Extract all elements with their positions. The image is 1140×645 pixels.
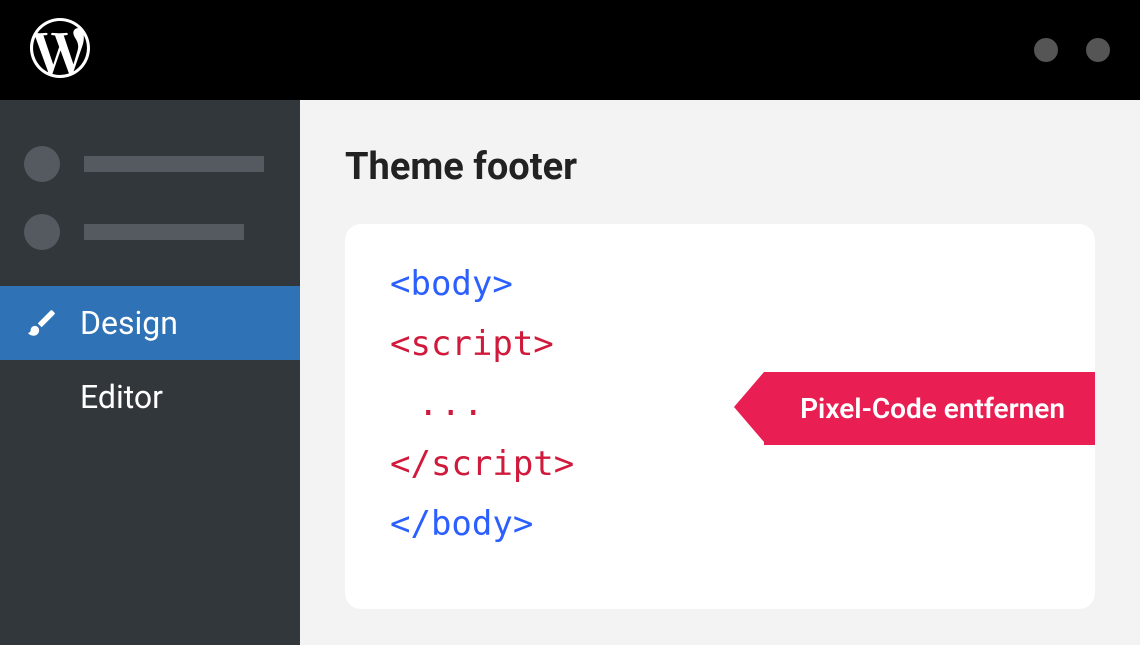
- sidebar-item-placeholder[interactable]: [0, 130, 300, 198]
- topbar-action-placeholder[interactable]: [1034, 38, 1058, 62]
- sidebar-item-placeholder[interactable]: [0, 198, 300, 266]
- topbar-actions: [1034, 38, 1110, 62]
- admin-sidebar: Design Editor: [0, 100, 300, 645]
- brush-icon: [24, 306, 60, 340]
- menu-icon-placeholder: [24, 146, 60, 182]
- menu-label-placeholder: [84, 156, 264, 172]
- callout-label: Pixel-Code entfernen: [800, 392, 1065, 425]
- wordpress-logo-icon[interactable]: [30, 18, 90, 82]
- sidebar-item-label: Editor: [80, 378, 163, 416]
- sidebar-item-design[interactable]: Design: [0, 286, 300, 360]
- page-title: Theme footer: [345, 145, 1095, 189]
- code-line: <script>: [390, 324, 1050, 364]
- menu-label-placeholder: [84, 224, 244, 240]
- menu-icon-placeholder: [24, 214, 60, 250]
- topbar-action-placeholder[interactable]: [1086, 38, 1110, 62]
- code-line: </script>: [390, 444, 1050, 484]
- code-editor-card[interactable]: <body> <script> ... </script> </body> Pi…: [345, 224, 1095, 609]
- sidebar-item-editor[interactable]: Editor: [0, 360, 300, 434]
- main-content: Theme footer <body> <script> ... </scrip…: [300, 100, 1140, 645]
- code-line: <body>: [390, 264, 1050, 304]
- remove-pixel-code-callout: Pixel-Code entfernen: [764, 372, 1095, 445]
- code-line: </body>: [390, 504, 1050, 544]
- admin-topbar: [0, 0, 1140, 100]
- sidebar-item-label: Design: [80, 304, 178, 342]
